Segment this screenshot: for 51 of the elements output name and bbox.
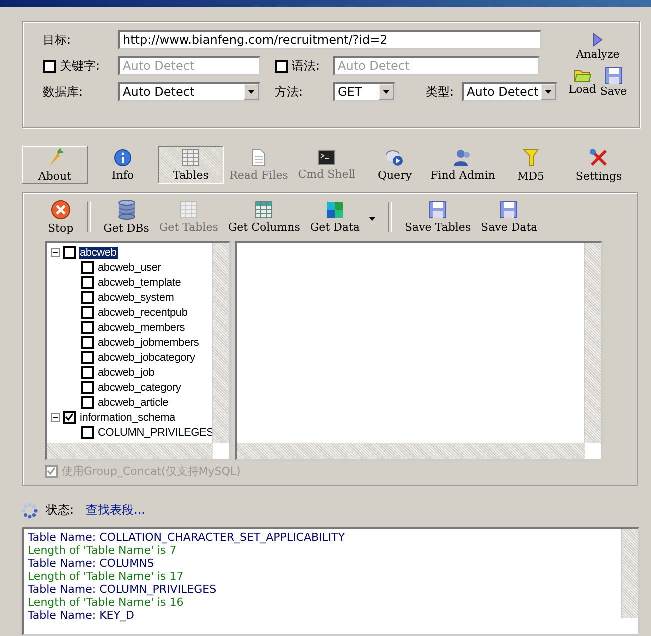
tree-node[interactable]: COLUMN_PRIVILEGES [97,426,215,438]
toolbar-button[interactable]: Stop [45,200,77,234]
log-line: Table Name: COLUMNS [28,557,156,570]
log-line: Length of 'Table Name' is 17 [28,570,185,583]
type-label: 类型: [426,84,456,100]
toolbar-button[interactable]: Get DBs [100,200,152,234]
nav-tab[interactable]: Find Admin [430,146,496,184]
side-button[interactable]: Load [568,67,596,98]
toolbar-button[interactable]: Save Tables [402,200,474,234]
syntax-field[interactable]: Auto Detect [333,56,540,76]
nav-tab[interactable]: Query [362,146,428,184]
tree-node[interactable]: abcweb_job [97,366,156,378]
analyze-button[interactable]: Analyze [576,32,620,61]
nav-tab[interactable]: Info [90,146,156,184]
log-line: Table Name: COLLATION_CHARACTER_SET_APPLICABILITY [28,531,346,544]
tree-node[interactable]: abcweb_user [97,262,162,274]
tree-node[interactable]: abcweb_recentpub [97,306,189,318]
dropdown[interactable]: Auto Detect [462,82,558,102]
nav-tab[interactable]: About [22,146,88,184]
tree-node[interactable]: abcweb_system [97,292,176,304]
keyword-label: 关键字: [60,58,100,74]
toolbar-button[interactable]: Get Columns [225,200,304,234]
side-button[interactable]: Save [600,67,628,98]
url-field[interactable]: http://www.bianfeng.com/recruitment/?id=2 [118,30,542,50]
dropdown[interactable]: Auto Detect [118,82,261,102]
toolbar-button[interactable]: Save Data [478,200,541,234]
log-line: Length of 'Table Name' is 7 [28,544,178,557]
toolbar-button[interactable]: Get Data [307,200,363,234]
target-label: 目标: [43,32,72,48]
log-line: Length of 'Table Name' is 16 [28,596,185,609]
nav-tab[interactable]: MD5 [498,146,564,184]
syntax-label: 语法: [292,58,320,74]
status-text: 查找表段... [86,502,146,519]
tree-node[interactable]: abcweb_jobcategory [97,352,196,364]
log-line: Table Name: KEY_D [28,609,136,622]
database-label: 数据库: [43,84,84,100]
method-label: 方法: [275,84,304,100]
keyword-field[interactable]: Auto Detect [118,56,261,76]
nav-tab[interactable]: Tables [158,146,224,184]
tree-node[interactable]: abcweb_template [97,276,182,288]
tree-node[interactable]: abcweb_article [97,396,170,408]
tree-node[interactable]: abcweb [79,246,118,258]
status-label: 状态: [46,502,74,519]
log-line: Table Name: COLUMN_PRIVILEGES [28,583,218,596]
dropdown[interactable]: GET [333,82,396,102]
nav-tab[interactable]: Settings [566,146,632,184]
tree-node[interactable]: information_schema [79,412,176,424]
tree-node[interactable]: abcweb_members [97,322,186,334]
tree-node[interactable]: abcweb_category [97,382,182,394]
tree-node[interactable]: abcweb_jobmembers [97,336,200,348]
group-concat-label: 使用Group_Concat(仅支持MySQL) [62,464,241,479]
